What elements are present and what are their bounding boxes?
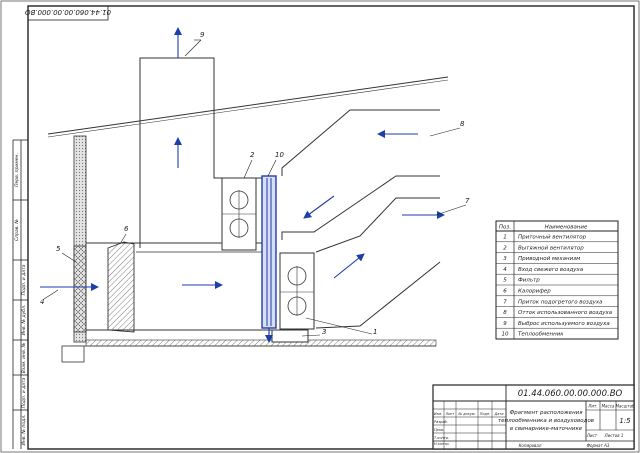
exhaust-fan bbox=[221, 177, 257, 251]
stamp-col-1: Лист bbox=[445, 412, 456, 416]
margin-label-0: Перв. примен. bbox=[14, 153, 20, 187]
legend-header-pos: Поз. bbox=[499, 225, 511, 231]
legend-row-pos: 10 bbox=[502, 332, 509, 338]
callout-4: 4 bbox=[40, 298, 44, 306]
supply-fan bbox=[279, 252, 315, 330]
callout-6: 6 bbox=[124, 225, 129, 233]
legend-row-pos: 5 bbox=[503, 278, 507, 284]
stamp-role-4: Н.контр. bbox=[434, 442, 450, 446]
floor-slab bbox=[85, 339, 437, 347]
legend-row-pos: 9 bbox=[503, 321, 507, 327]
legend-row-name: Отток использованного воздуха bbox=[518, 310, 613, 316]
scale-value: 1:5 bbox=[619, 417, 631, 425]
mass-header: Масса bbox=[602, 404, 615, 409]
legend-row-name: Калорифер bbox=[518, 289, 551, 295]
stamp-col-4: Дата bbox=[493, 412, 503, 416]
lit-header: Лит. bbox=[587, 404, 597, 409]
legend-row-pos: 3 bbox=[503, 256, 507, 262]
stamp-col-3: Подп. bbox=[480, 412, 491, 416]
stamp-role-0: Разраб. bbox=[434, 420, 448, 424]
legend-row-pos: 1 bbox=[503, 235, 507, 241]
sheets-label: Листов 1 bbox=[604, 433, 624, 438]
legend-row-name: Теплообменник bbox=[518, 332, 564, 338]
sheet-title-line-1: Фрагмент расположения bbox=[509, 410, 583, 416]
legend-table: Поз. Наименование 1 Приточный вентилятор 2… bbox=[495, 220, 619, 340]
legend-row-name: Фильтр bbox=[518, 278, 540, 284]
callout-5: 5 bbox=[56, 245, 61, 253]
legend-header-name: Наименование bbox=[545, 225, 588, 231]
stamp-col-0: Изм. bbox=[434, 412, 442, 416]
heat-exchanger bbox=[261, 175, 277, 343]
margin-label-6: Инв. № подл. bbox=[21, 414, 27, 445]
legend-row-name: Выброс используемого воздуха bbox=[518, 321, 610, 327]
legend-row-pos: 6 bbox=[503, 289, 507, 295]
callout-3: 3 bbox=[322, 328, 326, 336]
stamp-number: 01.44.060.00.00.000.ВО bbox=[518, 389, 623, 399]
technical-drawing: 01.44.060.00.00.000.ВО Перв. примен. Спр… bbox=[0, 0, 640, 453]
title-block: Изм. Лист № докум. Подп. Дата Разраб. Пр… bbox=[432, 384, 635, 450]
margin-label-1: Справ. № bbox=[14, 219, 20, 241]
callout-7: 7 bbox=[465, 197, 470, 205]
drawing-sheet: 01.44.060.00.00.000.ВО Перв. примен. Спр… bbox=[0, 0, 640, 453]
legend-row-name: Вход свежего воздуха bbox=[518, 267, 584, 273]
callout-8: 8 bbox=[460, 120, 465, 128]
copied-label: Копировал bbox=[519, 443, 542, 448]
corner-number-text: 01.44.060.00.00.000.ВО bbox=[25, 8, 112, 16]
margin-label-2: Подп. и дата bbox=[21, 264, 27, 295]
foundation-block bbox=[61, 345, 85, 363]
margin-label-4: Взам. инв. № bbox=[21, 342, 27, 373]
callout-10: 10 bbox=[275, 151, 284, 159]
legend-row-pos: 4 bbox=[503, 267, 507, 273]
legend-row-name: Приводной механизм bbox=[518, 256, 580, 262]
legend-row-pos: 7 bbox=[503, 299, 507, 305]
filter bbox=[73, 245, 87, 333]
legend-row-name: Вытяжной вентилятор bbox=[518, 245, 584, 251]
legend-row-name: Приток подогретого воздуха bbox=[518, 299, 603, 305]
sheet-title-line-2: теплообменника и воздуховодов bbox=[498, 418, 594, 424]
callout-2: 2 bbox=[250, 151, 255, 159]
format-label: Формат А3 bbox=[587, 443, 610, 448]
callout-1: 1 bbox=[373, 328, 377, 336]
stamp-col-2: № докум. bbox=[457, 412, 475, 416]
margin-label-5: Подп. и дата bbox=[21, 377, 27, 408]
margin-label-3: Инв. № дубл. bbox=[21, 305, 27, 336]
stamp-role-1: Пров. bbox=[434, 428, 444, 432]
sheet-label: Лист bbox=[586, 433, 598, 438]
callout-9: 9 bbox=[200, 31, 205, 39]
heater bbox=[107, 241, 135, 333]
stamp-role-2: Т.контр. bbox=[434, 436, 449, 440]
legend-row-pos: 2 bbox=[503, 245, 507, 251]
legend-row-name: Приточный вентилятор bbox=[518, 235, 587, 241]
scale-header: Масштаб bbox=[615, 404, 635, 409]
legend-row-pos: 8 bbox=[503, 310, 507, 316]
sheet-title-line-3: в свинарнике-маточнике bbox=[510, 426, 583, 432]
